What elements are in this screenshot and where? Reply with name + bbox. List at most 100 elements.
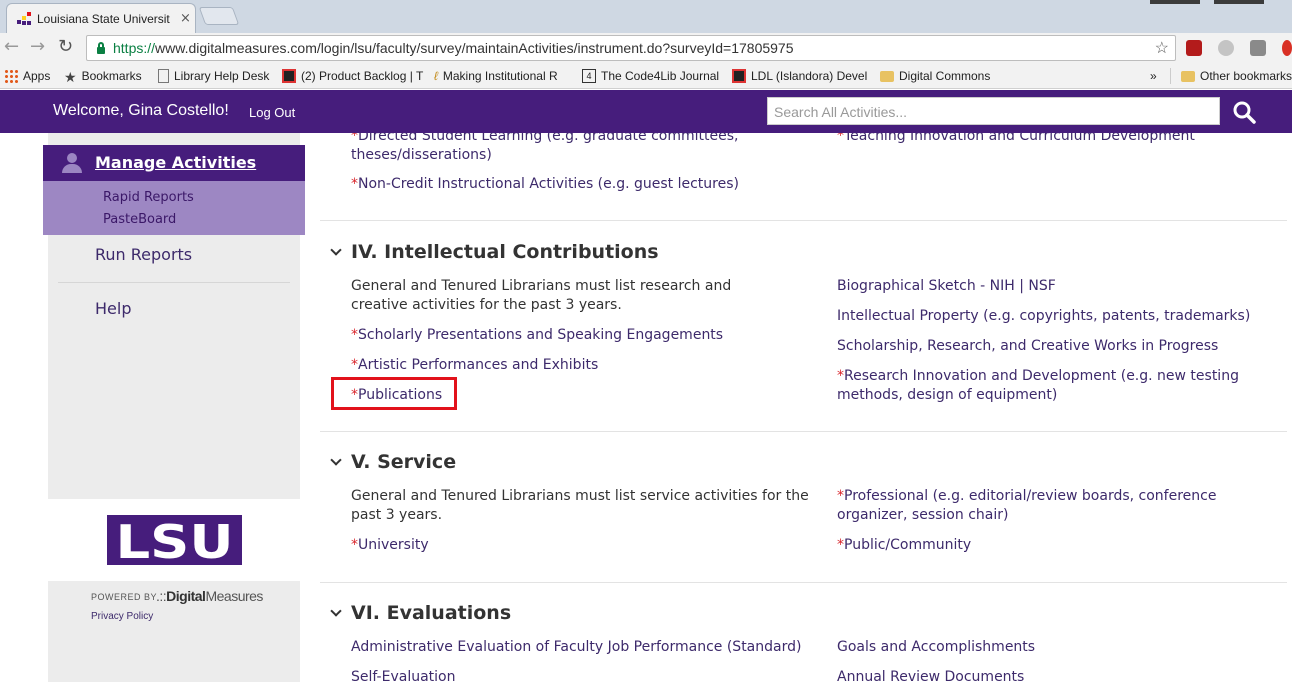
forward-arrow-icon[interactable]: → bbox=[30, 37, 45, 57]
search-icon[interactable] bbox=[1232, 100, 1256, 124]
section-title: V. Service bbox=[351, 451, 457, 473]
folder-icon bbox=[880, 70, 894, 82]
activity-link-scholarly-presentations[interactable]: *Scholarly Presentations and Speaking En… bbox=[351, 326, 723, 345]
bookmark-star-icon[interactable]: ☆ bbox=[1155, 38, 1169, 58]
activity-label: Non-Credit Instructional Activities (e.g… bbox=[358, 176, 739, 192]
extension-red-icon[interactable] bbox=[1282, 40, 1292, 56]
bookmark-code4lib[interactable]: 4 The Code4Lib Journal bbox=[582, 68, 719, 84]
activity-label: Scholarly Presentations and Speaking Eng… bbox=[358, 327, 724, 343]
new-tab-button[interactable] bbox=[198, 7, 240, 25]
activity-link-self-evaluation[interactable]: Self-Evaluation bbox=[351, 668, 455, 682]
activity-label: Teaching Innovation and Curriculum Devel… bbox=[844, 133, 1195, 144]
bookmark-library-help-desk[interactable]: Library Help Desk bbox=[158, 68, 269, 84]
activity-label-cont: theses/disserations) bbox=[351, 147, 492, 163]
maximize-button[interactable] bbox=[1214, 0, 1264, 4]
folder-icon bbox=[1181, 70, 1195, 82]
required-marker: * bbox=[837, 488, 844, 504]
logout-link[interactable]: Log Out bbox=[249, 105, 295, 120]
privacy-policy-link[interactable]: Privacy Policy bbox=[91, 611, 153, 622]
sidebar-item-run-reports[interactable]: Run Reports bbox=[95, 245, 192, 264]
activity-link-scholarship-in-progress[interactable]: Scholarship, Research, and Creative Work… bbox=[837, 337, 1218, 356]
bookmark-label: LDL (Islandora) Devel bbox=[751, 69, 868, 83]
section-divider bbox=[320, 220, 1287, 221]
required-marker: * bbox=[351, 133, 358, 144]
sidebar-item-help[interactable]: Help bbox=[95, 299, 131, 318]
activity-link-professional[interactable]: *Professional (e.g. editorial/review boa… bbox=[837, 487, 1277, 525]
activity-link-university[interactable]: *University bbox=[351, 536, 429, 555]
section-header-intellectual-contributions[interactable]: IV. Intellectual Contributions bbox=[330, 241, 659, 263]
search-input[interactable]: Search All Activities... bbox=[767, 97, 1220, 125]
bookmark-label: The Code4Lib Journal bbox=[601, 69, 720, 83]
chevron-down-icon bbox=[330, 244, 342, 256]
tab-title: Louisiana State Universit bbox=[37, 11, 170, 26]
bookmark-label: Digital Commons bbox=[899, 69, 991, 83]
bookmark-bookmarks[interactable]: ★ Bookmarks bbox=[64, 68, 142, 85]
section-title: IV. Intellectual Contributions bbox=[351, 241, 659, 263]
bookmark-digital-commons[interactable]: Digital Commons bbox=[880, 68, 990, 84]
chevron-down-icon bbox=[330, 605, 342, 617]
browser-tab[interactable]: Louisiana State Universit × bbox=[6, 3, 196, 33]
activity-link-teaching-innovation[interactable]: *Teaching Innovation and Curriculum Deve… bbox=[837, 133, 1195, 146]
bookmarks-overflow-button[interactable]: » bbox=[1150, 68, 1157, 84]
reload-icon[interactable]: ↻ bbox=[58, 37, 73, 57]
acrobat-extension-icon[interactable] bbox=[1186, 40, 1202, 56]
required-marker: * bbox=[837, 368, 844, 384]
bookmark-label: » bbox=[1150, 69, 1157, 83]
activity-link-public-community[interactable]: *Public/Community bbox=[837, 536, 971, 555]
bookmark-label: Bookmarks bbox=[81, 69, 142, 83]
sidebar-divider bbox=[58, 282, 290, 283]
bookmark-other-bookmarks[interactable]: Other bookmarks bbox=[1181, 68, 1292, 84]
trello-icon bbox=[282, 69, 296, 83]
manage-submenu: Rapid Reports PasteBoard bbox=[43, 181, 305, 235]
digital-measures-logo: .::DigitalMeasures bbox=[156, 588, 263, 604]
address-bar[interactable]: https://www.digitalmeasures.com/login/ls… bbox=[86, 35, 1176, 61]
sidebar-item-manage-activities[interactable]: Manage Activities bbox=[43, 145, 305, 181]
url-scheme: https:// bbox=[113, 40, 156, 56]
tab-close-icon[interactable]: × bbox=[180, 11, 191, 26]
page-icon bbox=[158, 69, 169, 83]
activity-link-directed-student-learning[interactable]: *Directed Student Learning (e.g. graduat… bbox=[351, 133, 781, 165]
code4lib-icon: 4 bbox=[582, 69, 596, 83]
bookmarks-separator bbox=[1170, 68, 1171, 84]
activity-label: University bbox=[358, 537, 429, 553]
section-header-service[interactable]: V. Service bbox=[330, 451, 456, 473]
dm-logo-dots: .:: bbox=[156, 588, 167, 604]
bookmark-ldl-islandora[interactable]: LDL (Islandora) Devel bbox=[732, 68, 867, 84]
activity-label: Artistic Performances and Exhibits bbox=[358, 357, 599, 373]
activity-link-goals-accomplishments[interactable]: Goals and Accomplishments bbox=[837, 638, 1035, 657]
extension-icon[interactable] bbox=[1250, 40, 1266, 56]
sidebar-item-label: Manage Activities bbox=[95, 153, 257, 172]
site-header: Welcome, Gina Costello! Log Out Search A… bbox=[0, 90, 1292, 133]
section-header-evaluations[interactable]: VI. Evaluations bbox=[330, 602, 511, 624]
chevron-down-icon bbox=[330, 454, 342, 466]
skype-extension-icon[interactable] bbox=[1218, 40, 1234, 56]
bookmark-apps[interactable]: Apps bbox=[4, 68, 50, 84]
bookmark-making-institutional[interactable]: ℓ Making Institutional R bbox=[434, 68, 558, 84]
powered-by-label: POWERED BY bbox=[91, 592, 158, 602]
minimize-button[interactable] bbox=[1150, 0, 1200, 4]
welcome-message: Welcome, Gina Costello! bbox=[53, 102, 229, 119]
browser-tab-strip: Louisiana State Universit × bbox=[0, 0, 1292, 33]
section-divider bbox=[320, 431, 1287, 432]
activity-link-administrative-evaluation[interactable]: Administrative Evaluation of Faculty Job… bbox=[351, 638, 801, 657]
bookmark-label: Other bookmarks bbox=[1200, 69, 1292, 83]
activity-link-annual-review-documents[interactable]: Annual Review Documents bbox=[837, 668, 1024, 682]
section-title: VI. Evaluations bbox=[351, 602, 512, 624]
required-marker: * bbox=[351, 327, 358, 343]
bookmark-product-backlog[interactable]: (2) Product Backlog | T bbox=[282, 68, 423, 84]
sidebar-item-rapid-reports[interactable]: Rapid Reports bbox=[103, 190, 194, 205]
dm-logo-rest: Measures bbox=[205, 588, 263, 604]
sidebar-item-pasteboard[interactable]: PasteBoard bbox=[103, 212, 176, 227]
activity-link-intellectual-property[interactable]: Intellectual Property (e.g. copyrights, … bbox=[837, 307, 1250, 326]
activity-link-non-credit-instructional[interactable]: *Non-Credit Instructional Activities (e.… bbox=[351, 175, 739, 194]
script-p-icon: ℓ bbox=[434, 69, 438, 83]
activity-link-research-innovation[interactable]: *Research Innovation and Development (e.… bbox=[837, 367, 1282, 405]
bookmark-label: (2) Product Backlog | T bbox=[301, 69, 424, 83]
dm-logo-bold: Digital bbox=[166, 588, 206, 604]
activity-link-biographical-sketch[interactable]: Biographical Sketch - NIH | NSF bbox=[837, 277, 1056, 296]
svg-text:LSU: LSU bbox=[116, 515, 234, 565]
activity-link-artistic-performances[interactable]: *Artistic Performances and Exhibits bbox=[351, 356, 598, 375]
bookmark-label: Apps bbox=[23, 69, 51, 83]
lock-icon bbox=[96, 42, 106, 54]
back-arrow-icon[interactable]: ← bbox=[4, 37, 19, 57]
